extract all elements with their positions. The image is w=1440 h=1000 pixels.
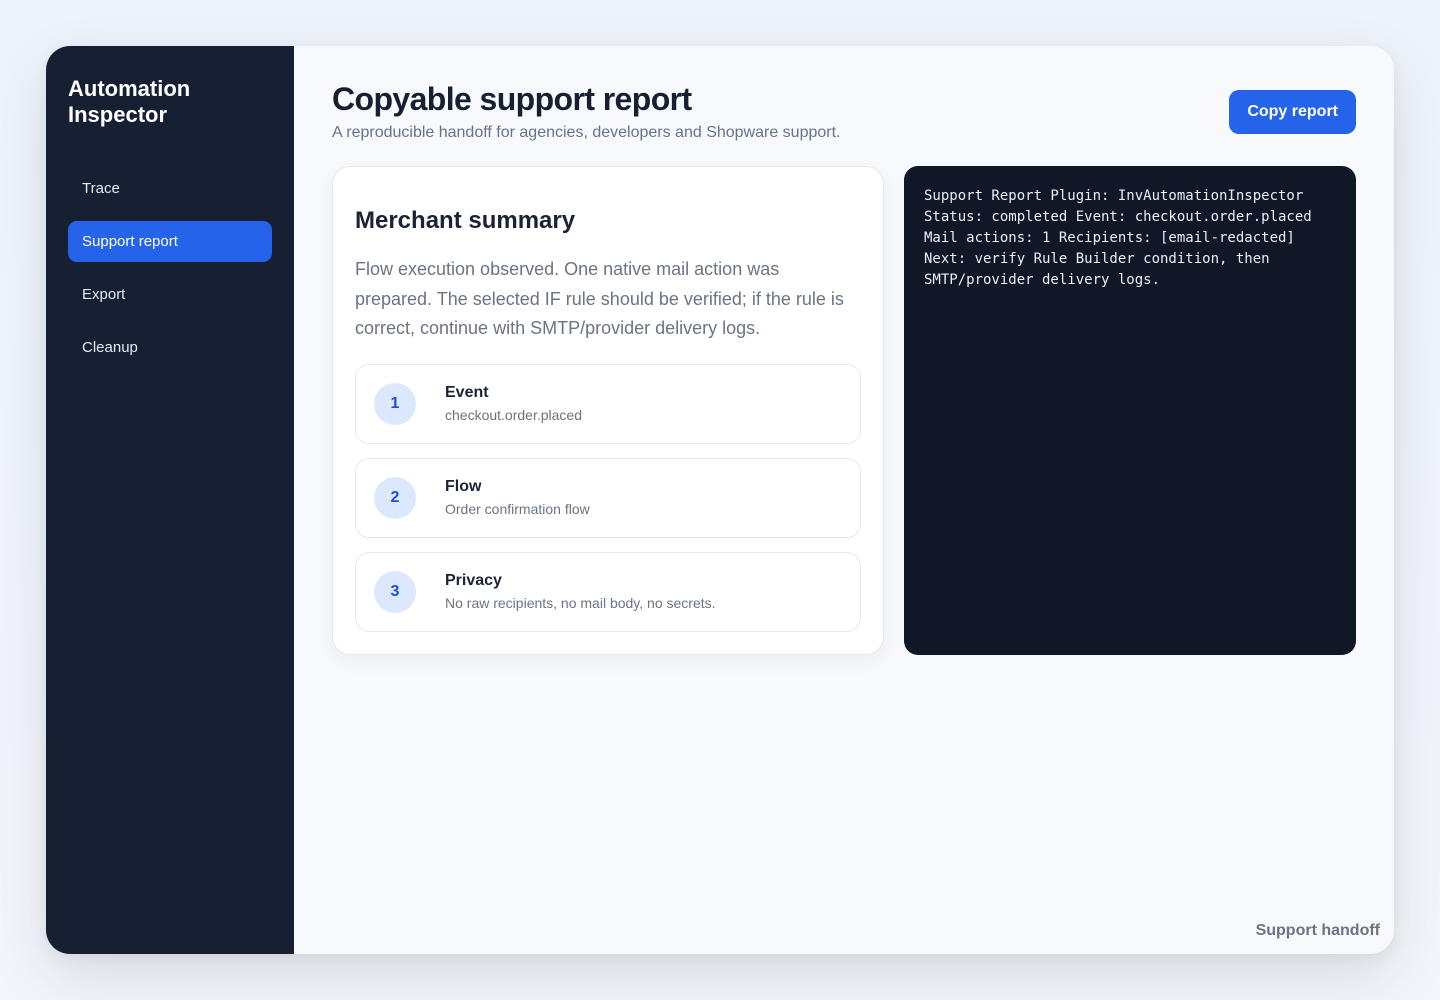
main-content: Copyable support report A reproducible h… [294,46,1394,954]
sidebar: Automation Inspector Trace Support repor… [46,46,294,954]
header-text: Copyable support report A reproducible h… [332,80,841,142]
step-title: Privacy [445,572,502,589]
step-number-badge: 1 [374,382,416,425]
step-event: 1 Event checkout.order.placed [355,363,861,444]
page-subtitle: A reproducible handoff for agencies, dev… [332,124,841,141]
step-description: checkout.order.placed [445,407,582,423]
content-row: Merchant summary Flow execution observed… [332,166,1356,655]
merchant-summary-card: Merchant summary Flow execution observed… [332,166,884,655]
step-description: Order confirmation flow [445,501,590,517]
support-report-output[interactable]: Support Report Plugin: InvAutomationInsp… [904,166,1356,655]
step-list: 1 Event checkout.order.placed 2 Flow Ord… [355,363,861,632]
step-title: Flow [445,478,482,495]
summary-text: Flow execution observed. One native mail… [355,259,844,338]
step-body: Flow Order confirmation flow [445,478,590,517]
step-description: No raw recipients, no mail body, no secr… [445,595,716,611]
step-flow: 2 Flow Order confirmation flow [355,457,861,538]
step-body: Privacy No raw recipients, no mail body,… [445,572,716,611]
copy-report-button[interactable]: Copy report [1229,90,1356,134]
support-handoff-label: Support handoff [1255,922,1380,939]
sidebar-item-trace[interactable]: Trace [68,168,272,209]
support-report-text[interactable]: Support Report Plugin: InvAutomationInsp… [924,186,1336,291]
sidebar-item-export[interactable]: Export [68,274,272,315]
step-number-badge: 2 [374,476,416,519]
sidebar-item-cleanup[interactable]: Cleanup [68,327,272,368]
app-brand: Automation Inspector [68,76,272,128]
app-window: Automation Inspector Trace Support repor… [46,46,1394,954]
step-body: Event checkout.order.placed [445,384,582,423]
page-header: Copyable support report A reproducible h… [332,80,1356,142]
sidebar-nav: Trace Support report Export Cleanup [68,168,272,368]
brand-line-1: Automation [68,76,191,101]
page-title: Copyable support report [332,81,692,117]
summary-title: Merchant summary [355,207,576,234]
step-privacy: 3 Privacy No raw recipients, no mail bod… [355,551,861,632]
step-title: Event [445,384,489,401]
brand-line-2: Inspector [68,102,168,127]
step-number-badge: 3 [374,570,416,613]
sidebar-item-support-report[interactable]: Support report [68,221,272,262]
